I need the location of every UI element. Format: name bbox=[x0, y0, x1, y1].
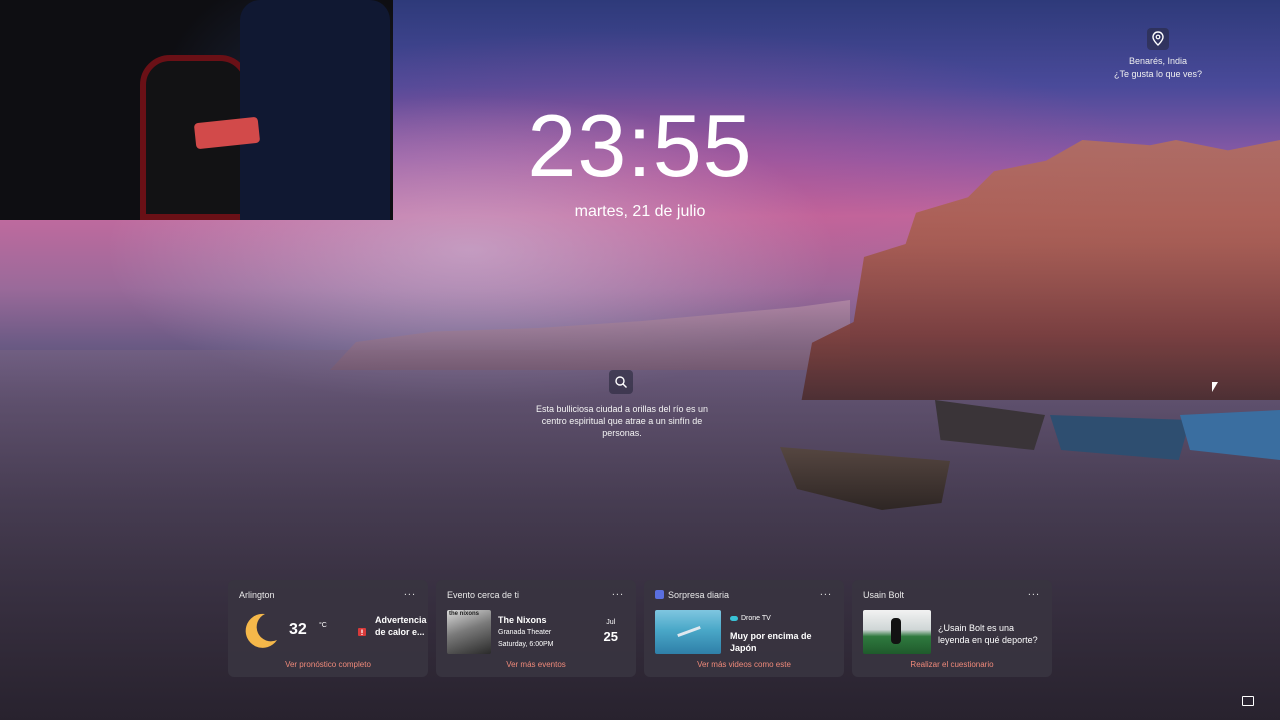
widget-title: Usain Bolt bbox=[863, 590, 905, 600]
event-venue: Granada Theater bbox=[498, 629, 552, 636]
heat-alert[interactable]: Advertencia de calor e... bbox=[375, 614, 427, 638]
mouse-cursor bbox=[1212, 382, 1218, 392]
location-name[interactable]: Benarés, India bbox=[1110, 56, 1206, 67]
temperature-unit: °C bbox=[319, 622, 327, 629]
widget-bar: Arlington ... 32 °C Advertencia de calor… bbox=[228, 580, 1052, 677]
runner bbox=[891, 618, 901, 644]
lock-date: martes, 21 de julio bbox=[574, 203, 706, 220]
alert-icon bbox=[358, 628, 366, 636]
boat bbox=[935, 400, 1045, 450]
quiz-widget[interactable]: Usain Bolt ... ¿Usain Bolt es una leyend… bbox=[852, 580, 1052, 677]
more-options-icon[interactable]: ... bbox=[820, 586, 832, 598]
quiz-question[interactable]: ¿Usain Bolt es una leyenda en qué deport… bbox=[938, 622, 1046, 646]
event-name: The Nixons bbox=[498, 615, 547, 625]
video-icon bbox=[655, 590, 664, 599]
widget-title-text: Sorpresa diaria bbox=[668, 590, 730, 600]
forecast-link[interactable]: Ver pronóstico completo bbox=[228, 660, 428, 670]
network-status-icon[interactable] bbox=[1242, 696, 1254, 706]
widget-title: Sorpresa diaria bbox=[655, 589, 833, 601]
more-options-icon[interactable]: ... bbox=[1028, 586, 1040, 598]
spotlight-caption: Esta bulliciosa ciudad a orillas del río… bbox=[535, 404, 709, 438]
weather-widget[interactable]: Arlington ... 32 °C Advertencia de calor… bbox=[228, 580, 428, 677]
event-image-label: the nixons bbox=[449, 611, 480, 617]
pier bbox=[677, 625, 701, 638]
more-options-icon[interactable]: ... bbox=[612, 586, 624, 598]
crescent-moon-icon bbox=[245, 613, 277, 648]
video-source-name: Drone TV bbox=[741, 615, 771, 622]
widget-title: Evento cerca de ti bbox=[447, 590, 520, 600]
video-source: Drone TV bbox=[730, 614, 771, 624]
drone-tv-icon bbox=[730, 615, 738, 621]
temperature: 32 bbox=[289, 621, 307, 638]
event-widget[interactable]: Evento cerca de ti ... the nixons The Ni… bbox=[436, 580, 636, 677]
search-icon[interactable] bbox=[609, 370, 633, 394]
lock-clock: 23:55 bbox=[527, 96, 753, 195]
more-videos-link[interactable]: Ver más videos como este bbox=[644, 660, 844, 670]
video-thumbnail[interactable] bbox=[655, 610, 721, 654]
boat bbox=[1180, 410, 1280, 460]
weather-content: 32 °C Advertencia de calor e... bbox=[239, 610, 427, 652]
event-day: 25 bbox=[603, 629, 618, 644]
more-options-icon[interactable]: ... bbox=[404, 586, 416, 598]
event-image: the nixons bbox=[447, 610, 491, 654]
widget-title: Arlington bbox=[239, 590, 275, 600]
location-info: Benarés, India ¿Te gusta lo que ves? bbox=[1110, 28, 1206, 81]
location-pin-icon[interactable] bbox=[1147, 28, 1169, 50]
boat bbox=[1050, 415, 1190, 460]
event-time: Saturday, 6:00PM bbox=[498, 641, 554, 648]
quiz-image bbox=[863, 610, 931, 654]
event-date: Jul 25 bbox=[604, 618, 618, 646]
like-prompt[interactable]: ¿Te gusta lo que ves? bbox=[1110, 67, 1206, 81]
event-month: Jul bbox=[606, 619, 616, 626]
video-title[interactable]: Muy por encima de Japón bbox=[730, 630, 830, 654]
more-events-link[interactable]: Ver más eventos bbox=[436, 660, 636, 670]
event-info: The Nixons Granada Theater Saturday, 6:0… bbox=[498, 614, 578, 650]
video-widget[interactable]: Sorpresa diaria ... Drone TV Muy por enc… bbox=[644, 580, 844, 677]
rowing-boat bbox=[780, 447, 950, 510]
take-quiz-link[interactable]: Realizar el cuestionario bbox=[852, 660, 1052, 670]
distant-city bbox=[330, 300, 850, 370]
